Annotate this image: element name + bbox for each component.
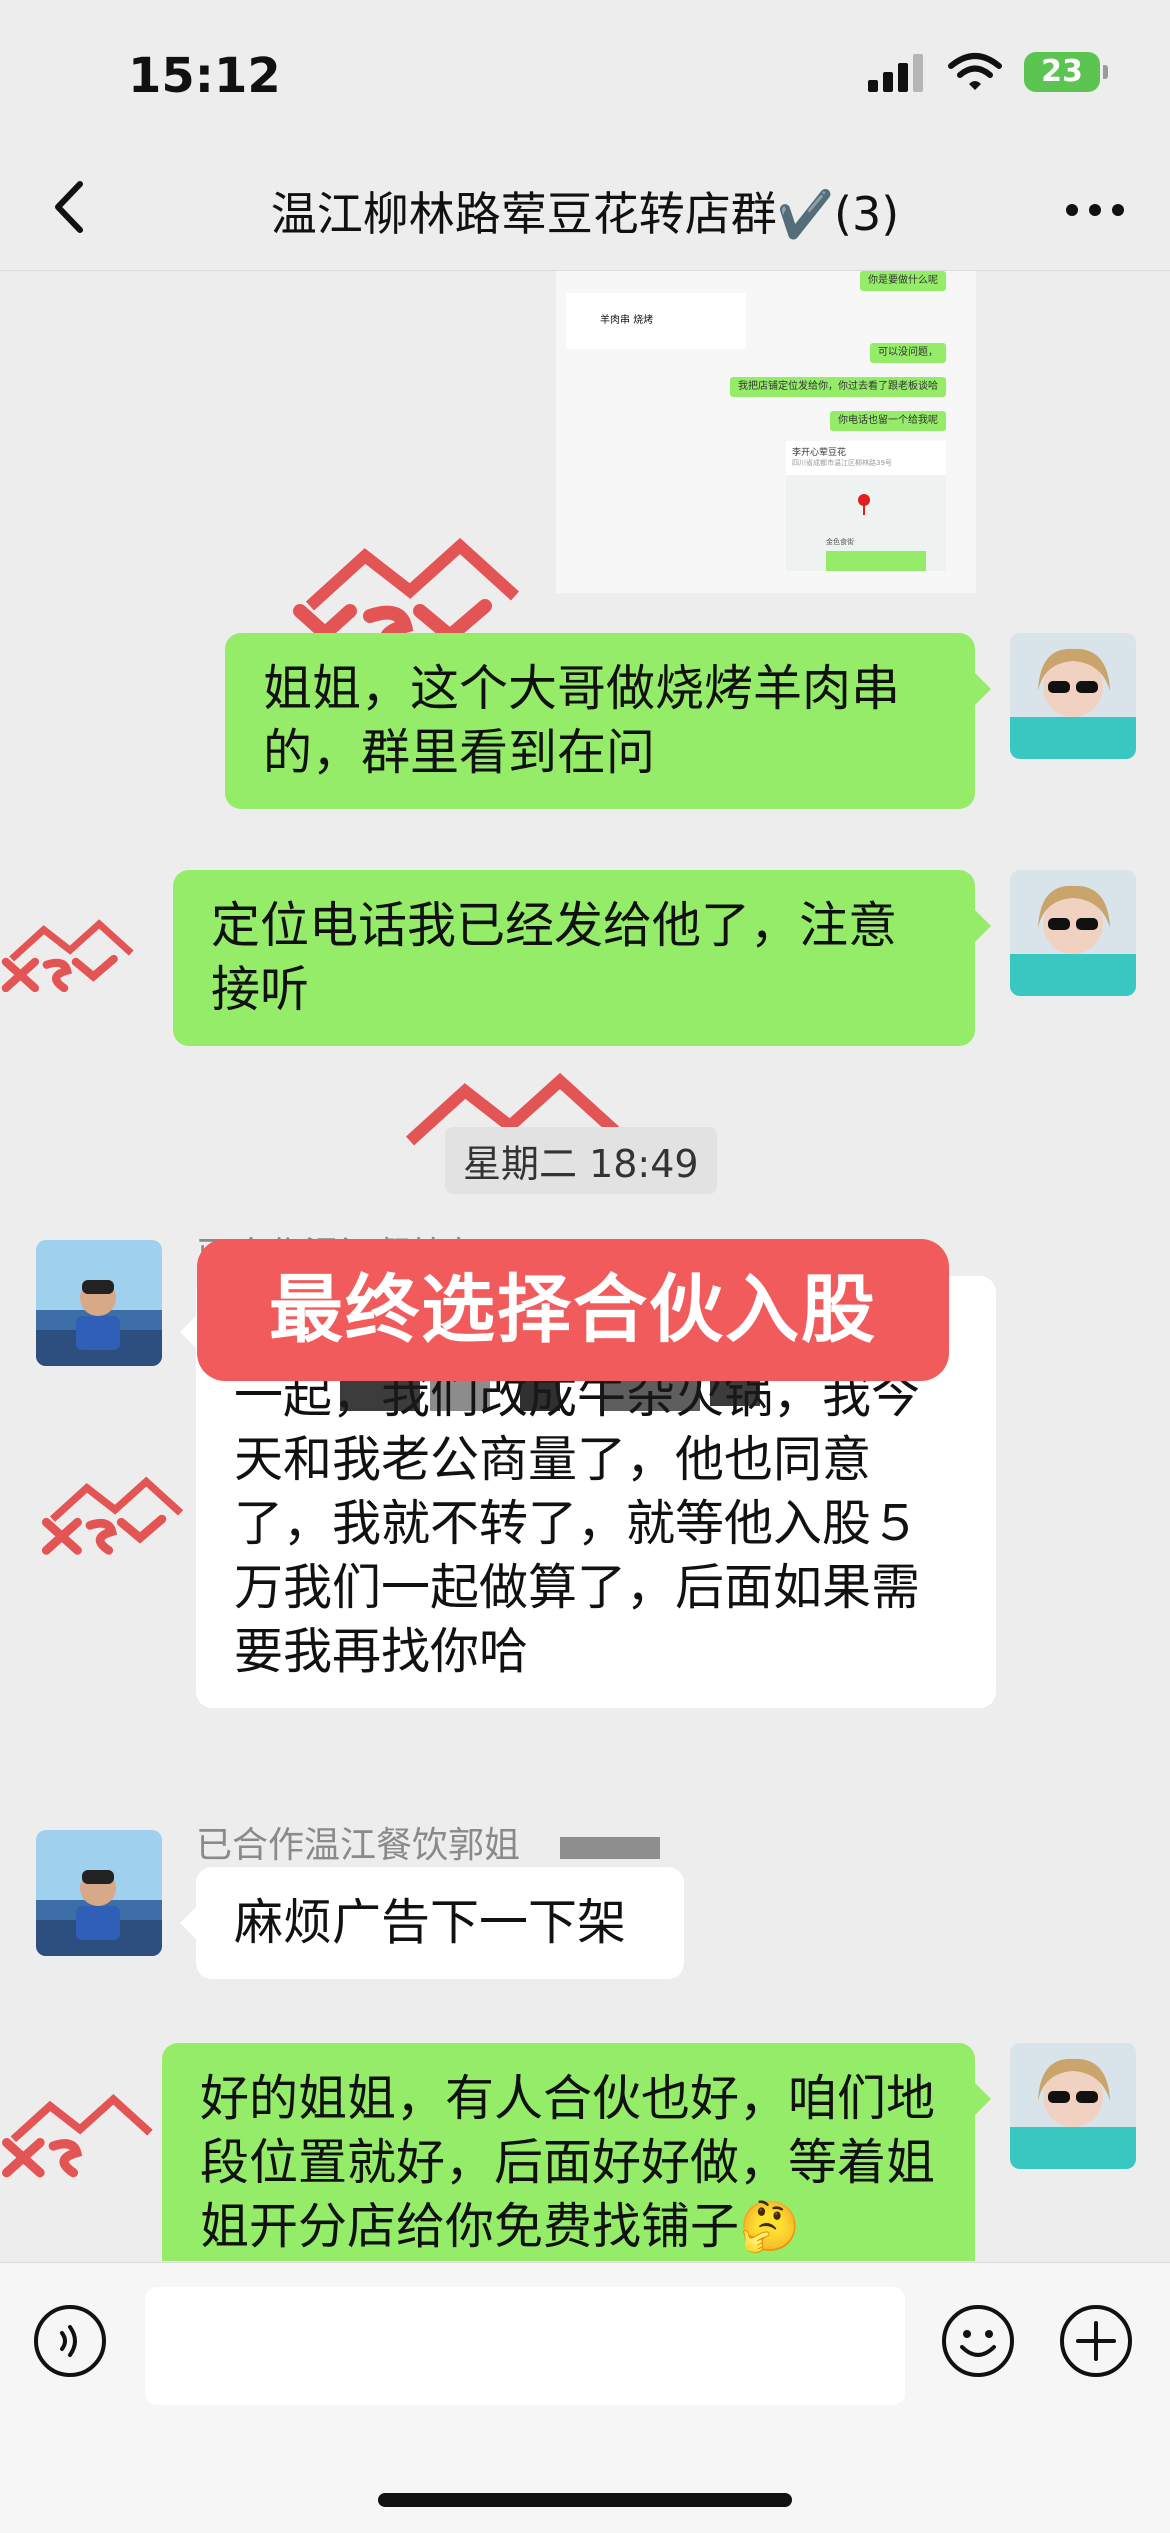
map-pin-icon: [858, 494, 870, 515]
map-area: 金色食街: [786, 475, 946, 571]
redaction-block: [560, 1837, 660, 1859]
contact-avatar-icon: [36, 1830, 162, 1956]
emoji-icon[interactable]: [940, 2303, 1016, 2379]
avatar-me[interactable]: [1010, 2043, 1136, 2169]
wifi-icon: [948, 53, 1002, 90]
avatar-me[interactable]: [1010, 870, 1136, 996]
chat-area[interactable]: 你是要做什么呢 羊肉串 烧烤 可以没问题， 我把店铺定位发给你，你过去看了跟老板…: [0, 271, 1170, 2261]
voice-input-icon[interactable]: [32, 2303, 108, 2379]
more-options-icon[interactable]: [1060, 180, 1130, 240]
screenshot-card-text: 羊肉串 烧烤: [600, 315, 654, 326]
watermark-logo-icon: [41, 1476, 184, 1555]
message-text: 好的姐姐，有人合伙也好，咱们地段位置就好，后面好好做，等着姐姐开分店给你免费找铺…: [200, 2070, 936, 2255]
status-bar: 15:12 23: [0, 0, 1170, 150]
screenshot-card: 羊肉串 烧烤: [566, 293, 746, 349]
message-text: 定位电话我已经发给他了，注意接听: [211, 897, 898, 1018]
redaction-block: [600, 1381, 700, 1411]
timestamp-divider: 星期二 18:49: [445, 1127, 717, 1194]
sender-name: 已合作温江餐饮郭姐: [196, 1825, 521, 1866]
overlay-caption: 最终选择合伙入股: [197, 1239, 949, 1381]
avatar-me[interactable]: [1010, 633, 1136, 759]
status-time: 15:12: [128, 48, 281, 104]
message-input[interactable]: [145, 2287, 905, 2405]
shared-screenshot-image[interactable]: 你是要做什么呢 羊肉串 烧烤 可以没问题， 我把店铺定位发给你，你过去看了跟老板…: [556, 271, 976, 593]
battery-indicator: 23: [1024, 52, 1108, 92]
screenshot-message: 我把店铺定位发给你，你过去看了跟老板谈哈: [730, 377, 946, 397]
screenshot-map-card: 李开心荤豆花 四川省成都市温江区柳林路39号 金色食街: [786, 441, 946, 571]
message-bubble-outgoing[interactable]: 好的姐姐，有人合伙也好，咱们地段位置就好，后面好好做，等着姐姐开分店给你免费找铺…: [162, 2043, 991, 2261]
contact-avatar-icon: [36, 1240, 162, 1366]
back-chevron-icon[interactable]: [40, 172, 110, 242]
map-title: 李开心荤豆花: [792, 448, 847, 458]
user-avatar-icon: [1010, 633, 1136, 759]
message-text: 麻烦广告下一下架: [234, 1894, 627, 1951]
redaction-block: [430, 1381, 490, 1411]
screenshot-message: 你电话也留一个给我呢: [830, 411, 946, 431]
message-bubble-incoming[interactable]: 麻烦广告下一下架: [180, 1867, 684, 1979]
message-text: 姐姐，这个大哥做烧烤羊肉串的，群里看到在问: [263, 660, 901, 781]
map-address: 四川省成都市温江区柳林路39号: [792, 459, 892, 467]
map-poi-label: 金色食街: [826, 538, 854, 546]
avatar-contact[interactable]: [36, 1830, 162, 1956]
user-avatar-icon: [1010, 870, 1136, 996]
message-bubble-outgoing[interactable]: 定位电话我已经发给他了，注意接听: [173, 870, 991, 1046]
cellular-signal-icon: [868, 54, 923, 92]
nav-bar: 温江柳林路荤豆花转店群✔️(3): [0, 150, 1170, 271]
map-reply-snippet: [826, 551, 926, 571]
home-indicator[interactable]: [378, 2493, 792, 2507]
screenshot-message: 你是要做什么呢: [860, 271, 946, 291]
watermark-logo-icon: [2, 2093, 153, 2178]
message-bubble-outgoing[interactable]: 姐姐，这个大哥做烧烤羊肉串的，群里看到在问: [225, 633, 991, 809]
add-more-icon[interactable]: [1058, 2303, 1134, 2379]
watermark-logo-icon: [1, 919, 134, 993]
status-icons: 23: [866, 52, 1108, 92]
chat-title: 温江柳林路荤豆花转店群✔️(3): [270, 187, 900, 241]
screenshot-message: 可以没问题，: [870, 343, 946, 363]
user-avatar-icon: [1010, 2043, 1136, 2169]
input-bar: [0, 2262, 1170, 2533]
battery-level: 23: [1041, 54, 1083, 89]
avatar-contact[interactable]: [36, 1240, 162, 1366]
